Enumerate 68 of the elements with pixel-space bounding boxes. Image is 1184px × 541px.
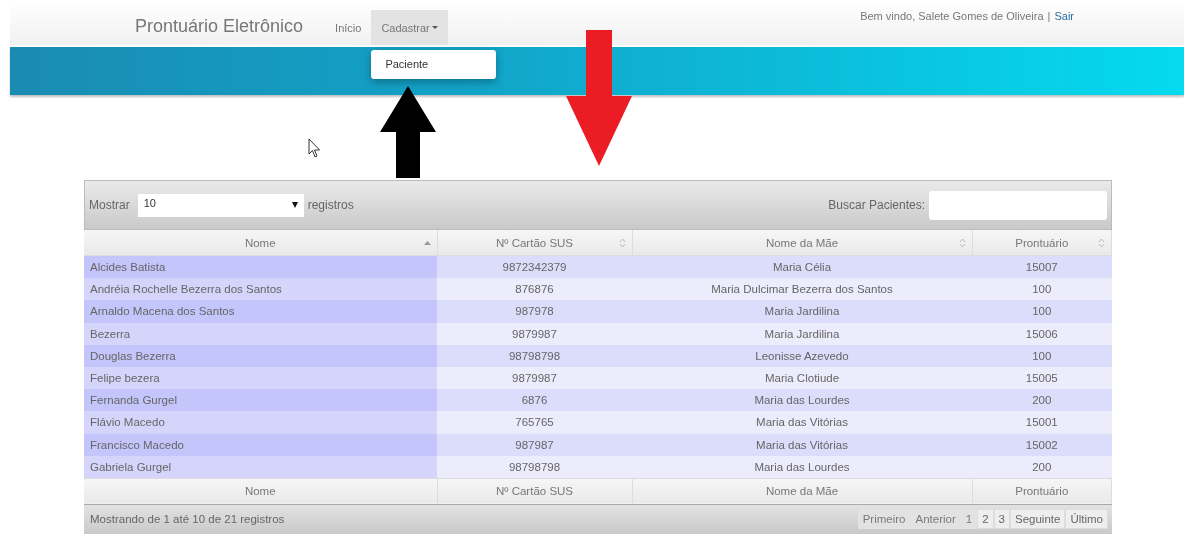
pagination-button[interactable]: Último [1065, 509, 1108, 530]
pagination-button[interactable]: Seguinte [1010, 509, 1066, 530]
table-cell: 9879987 [437, 366, 632, 390]
nav-item[interactable]: Cadastrar [371, 10, 448, 45]
separator: | [1047, 10, 1051, 22]
table-cell: 100 [972, 278, 1112, 301]
table-cell: Maria Célia [632, 255, 972, 279]
arrow-up-icon [380, 86, 436, 178]
table-cell: Andréia Rochelle Bezerra dos Santos [84, 278, 437, 301]
column-header[interactable]: Prontuário [972, 230, 1112, 256]
table-cell: Francisco Macedo [84, 433, 437, 456]
table-cell: 200 [972, 389, 1112, 412]
table-cell: 6876 [437, 389, 632, 412]
table-cell: Alcides Batista [84, 255, 437, 279]
table-cell: 987978 [437, 300, 632, 323]
table-cell: 9879987 [437, 322, 632, 345]
column-footer: Nº Cartão SUS [437, 478, 632, 504]
table-cell: 765765 [437, 411, 632, 434]
records-label: registros [307, 198, 354, 212]
table-cell: Felipe bezera [84, 366, 437, 390]
table-cell: Maria Jardilina [632, 300, 972, 323]
menu-item[interactable]: Paciente [371, 55, 497, 74]
brand-title[interactable]: Prontuário Eletrônico [135, 16, 304, 37]
table-cell: Maria das Vitórias [632, 433, 972, 456]
pagination-button[interactable]: 2 [977, 509, 994, 530]
table-cell: 15001 [972, 411, 1112, 434]
table-cell: Arnaldo Macena dos Santos [84, 300, 437, 323]
table-cell: Bezerra [84, 322, 437, 345]
table-cell: 98798798 [437, 455, 632, 479]
table-cell: 876876 [437, 278, 632, 301]
arrow-down-icon [566, 30, 632, 166]
table-cell: 200 [972, 455, 1112, 479]
table-cell: 100 [972, 344, 1112, 367]
column-header[interactable]: Nome [84, 230, 437, 256]
table-cell: 15002 [972, 433, 1112, 456]
table-cell: Maria Clotiude [632, 366, 972, 390]
table-cell: 15007 [972, 255, 1112, 279]
page-size-select[interactable]: 10 [137, 193, 304, 217]
column-footer: Nome da Mãe [632, 478, 972, 504]
table-cell: 987987 [437, 433, 632, 456]
caret-icon [431, 26, 438, 29]
nav-item[interactable]: Início [325, 10, 372, 45]
table-cell: Douglas Bezerra [84, 344, 437, 367]
table-cell: Flávio Macedo [84, 411, 437, 434]
table-cell: 98798798 [437, 344, 632, 367]
column-footer: Nome [84, 478, 437, 504]
welcome-text: Bem vindo, Salete Gomes de Oliveira [860, 10, 1044, 22]
table-cell: Fernanda Gurgel [84, 389, 437, 412]
logout-link[interactable]: Sair [1054, 10, 1074, 22]
table-cell: 15005 [972, 366, 1112, 390]
table-cell: Maria das Lourdes [632, 389, 972, 412]
column-header[interactable]: Nº Cartão SUS [437, 230, 632, 256]
records-info: Mostrando de 1 até 10 de 21 registros [89, 513, 285, 526]
table-cell: Maria Dulcimar Bezerra dos Santos [632, 278, 972, 301]
cursor-icon [308, 138, 321, 158]
search-field[interactable] [929, 190, 1107, 220]
table-cell: Gabriela Gurgel [84, 455, 437, 479]
table-cell: Leonisse Azevedo [632, 344, 972, 367]
column-header[interactable]: Nome da Mãe [632, 230, 972, 256]
table-cell: 100 [972, 300, 1112, 323]
table-cell: Maria das Vitórias [632, 411, 972, 434]
table-cell: 15006 [972, 322, 1112, 345]
table-cell: 9872342379 [437, 255, 632, 279]
show-label: Mostrar [89, 198, 130, 212]
search-label: Buscar Pacientes: [828, 198, 925, 212]
table-cell: Maria das Lourdes [632, 455, 972, 479]
column-footer: Prontuário [972, 478, 1112, 504]
table-cell: Maria Jardilina [632, 322, 972, 345]
